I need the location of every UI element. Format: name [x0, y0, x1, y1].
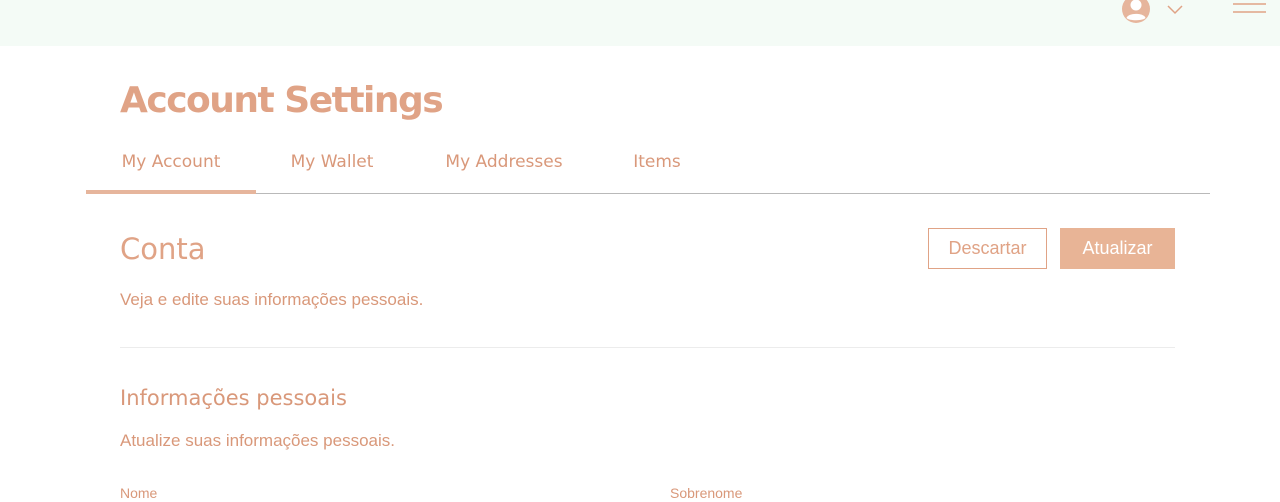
user-avatar-icon[interactable] — [1121, 0, 1151, 24]
account-description: Veja e edite suas informações pessoais. — [120, 290, 424, 309]
chevron-down-icon[interactable] — [1166, 3, 1184, 15]
account-section-title: Conta — [120, 232, 206, 266]
discard-button[interactable]: Descartar — [928, 228, 1047, 269]
personal-info-description: Atualize suas informações pessoais. — [120, 431, 395, 450]
page-title: Account Settings — [120, 80, 444, 121]
section-divider — [120, 347, 1175, 348]
last-name-label: Sobrenome — [670, 485, 743, 501]
active-tab-indicator — [86, 190, 256, 194]
account-tabs: My Account My Wallet My Addresses Items — [86, 140, 1210, 194]
personal-info-title: Informações pessoais — [120, 386, 347, 410]
tab-my-wallet[interactable]: My Wallet — [278, 140, 386, 192]
update-button[interactable]: Atualizar — [1060, 228, 1175, 269]
top-header-bar — [0, 0, 1280, 46]
hamburger-menu-icon[interactable] — [1232, 1, 1267, 15]
tab-my-addresses[interactable]: My Addresses — [435, 140, 573, 192]
first-name-label: Nome — [120, 485, 158, 501]
tab-items[interactable]: Items — [624, 140, 690, 192]
tab-my-account[interactable]: My Account — [86, 140, 256, 192]
